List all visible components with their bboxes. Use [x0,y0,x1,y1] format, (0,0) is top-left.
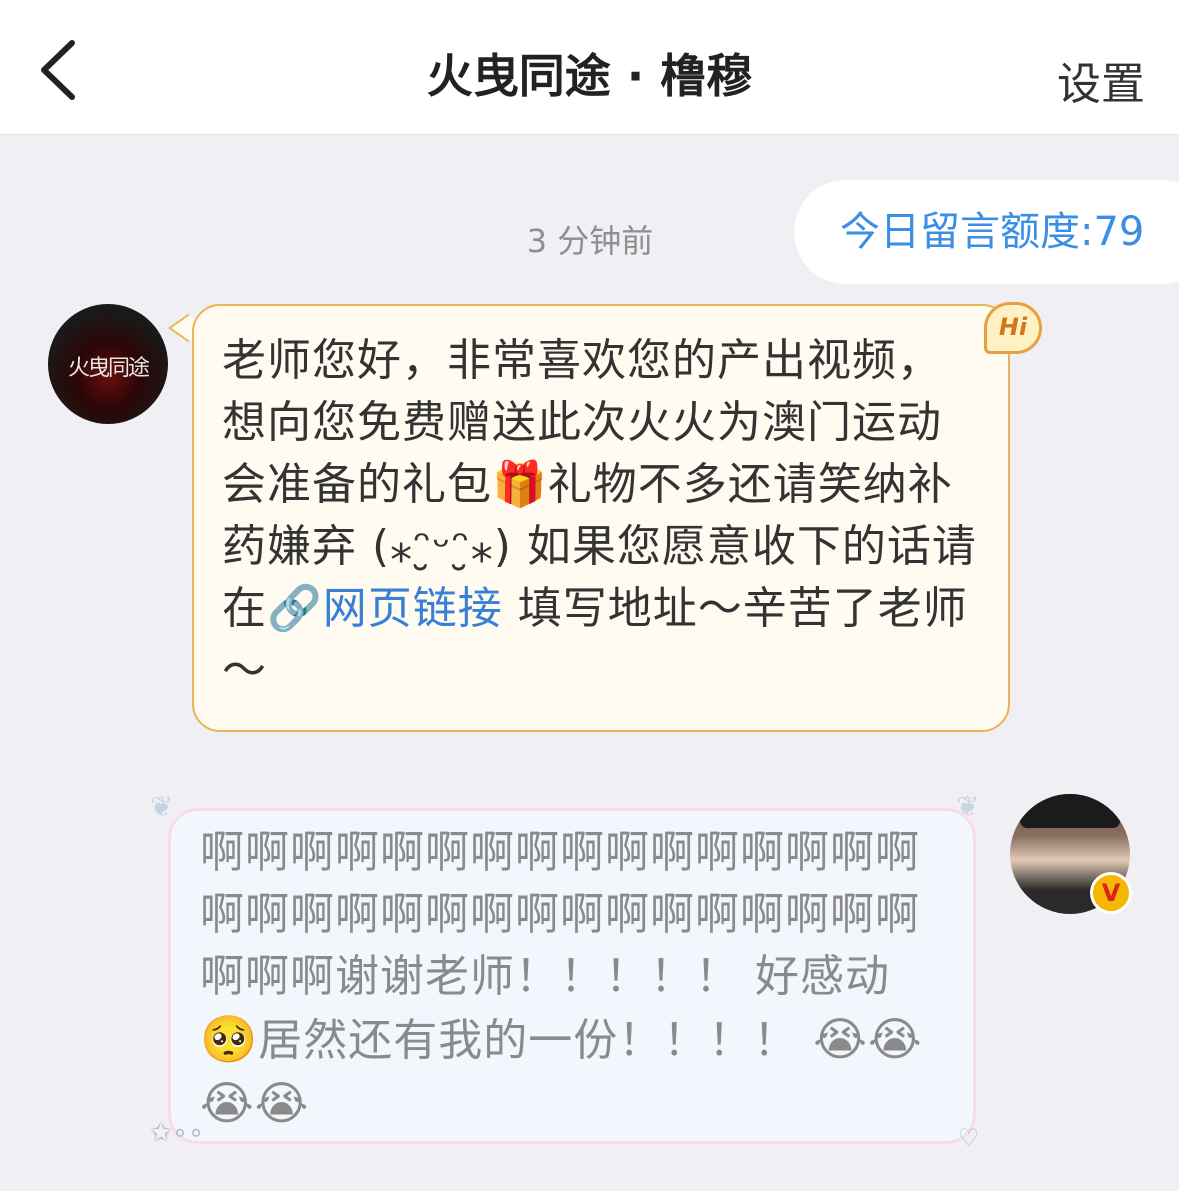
gift-icon: 🎁 [492,459,548,510]
sender-avatar-text: 火曳同途 [67,356,150,381]
web-link[interactable]: 🔗网页链接 [267,583,503,634]
incoming-message-text: 老师您好，非常喜欢您的产出视频，想向您免费赠送此次火火为澳门运动会准备的礼包🎁礼… [222,330,982,702]
sender-avatar[interactable]: 火曳同途 [48,304,168,424]
outgoing-message-text: 啊啊啊啊啊啊啊啊啊啊啊啊啊啊啊啊啊啊啊啊啊啊啊啊啊啊啊啊啊啊啊啊啊啊啊谢谢老师！… [200,822,940,1136]
link-icon: 🔗 [267,583,323,634]
message-timestamp: 3 分钟前 [526,222,654,260]
heart-icon: ♡ [958,1124,980,1152]
avatar-hat [1020,794,1120,828]
web-link-label: 网页链接 [322,583,503,634]
wing-left-icon: ❦ [150,790,174,823]
outgoing-text-part1: 啊啊啊啊啊啊啊啊啊啊啊啊啊啊啊啊啊啊啊啊啊啊啊啊啊啊啊啊啊啊啊啊啊啊啊谢谢老师！… [200,827,920,1002]
pleading-face-icon: 🥺 [200,1012,259,1066]
settings-button[interactable]: 设置 [1057,48,1145,112]
verified-badge-icon: V [1090,872,1132,914]
outgoing-text-part2: 居然还有我的一份！！！！ [258,1015,814,1066]
page-title: 火曳同途 · 橹穆 [426,49,753,103]
message-quota-badge: 今日留言额度:79 [794,180,1179,284]
top-navigation-bar: 火曳同途 · 橹穆 设置 [0,0,1179,135]
hi-sticker-icon: Hi [984,302,1042,354]
sparkle-icon: ✩∘∘ [150,1118,205,1148]
